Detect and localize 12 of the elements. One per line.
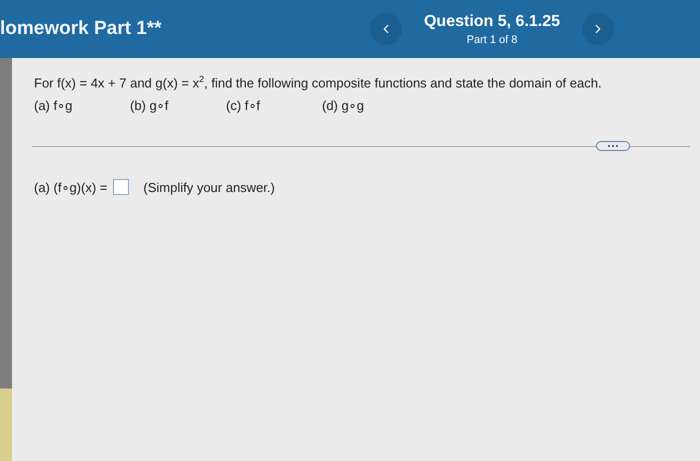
- subquestion-label: (a) f∘g: [34, 98, 74, 114]
- more-button[interactable]: [596, 141, 630, 152]
- subquestion-label: (c) f∘f: [226, 98, 261, 114]
- subquestion-label: (d) g∘g: [322, 98, 365, 114]
- answer-label: (a) (f∘g)(x) =: [34, 180, 108, 195]
- subquestion-label: (b) g∘f: [130, 98, 170, 114]
- problem-statement: For f(x) = 4x + 7 and g(x) = x$^{2}$, find the following composite functions and state the domain of each.: [34, 74, 603, 90]
- part-indicator: Part 1 of 8: [466, 34, 518, 46]
- answer-field[interactable]: [113, 179, 130, 196]
- question-title: Question 5, 6.1.25: [424, 12, 560, 30]
- answer-hint: (Simplify your answer.): [143, 180, 275, 195]
- assignment-title: lomework Part 1**: [0, 18, 163, 40]
